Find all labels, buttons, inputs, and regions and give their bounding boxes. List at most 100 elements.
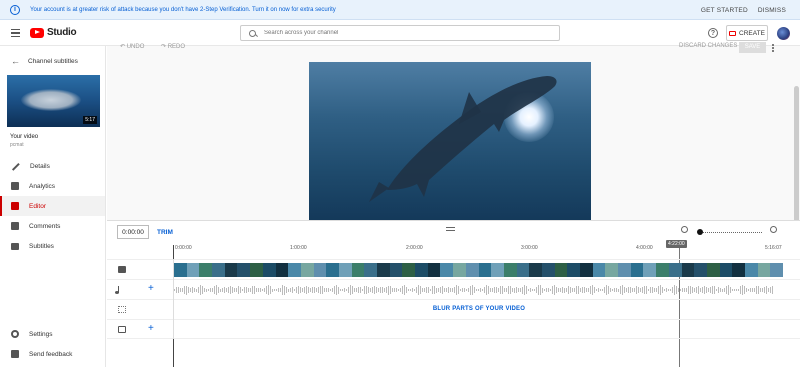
time-ruler[interactable]: 0:00:00 1:00:00 2:00:00 3:00:00 4:00:00 …	[173, 245, 785, 259]
waveform-bar	[480, 287, 481, 293]
waveform-bar	[606, 285, 607, 295]
waveform-bar	[240, 286, 241, 294]
film-frame	[313, 263, 327, 277]
film-frame	[656, 263, 669, 277]
create-button[interactable]: CREATE	[726, 25, 768, 41]
waveform-bar	[214, 285, 215, 295]
waveform-bar	[198, 286, 199, 294]
redo-button[interactable]: ↷ REDO	[161, 43, 185, 50]
waveform-bar	[252, 285, 253, 295]
waveform-bar	[586, 288, 587, 292]
more-options-icon[interactable]	[772, 44, 775, 53]
film-frame	[630, 263, 644, 277]
waveform-bar	[534, 288, 535, 292]
trim-button[interactable]: TRIM	[157, 229, 173, 236]
video-thumbnail[interactable]: 5:17	[7, 75, 100, 127]
zoom-slider[interactable]	[698, 232, 762, 233]
search-bar[interactable]	[240, 25, 560, 41]
waveform-bar	[644, 285, 645, 295]
waveform-bar	[558, 288, 559, 292]
waveform-bar	[526, 286, 527, 294]
waveform-bar	[192, 287, 193, 293]
search-icon[interactable]	[249, 29, 256, 37]
sidebar-item-settings[interactable]: Settings	[0, 324, 105, 344]
sidebar-item-editor[interactable]: Editor	[0, 196, 105, 216]
waveform-bar	[180, 287, 181, 293]
sidebar-item-analytics[interactable]: Analytics	[0, 176, 105, 196]
undo-button[interactable]: ↶ UNDO	[120, 43, 144, 50]
back-to-channel[interactable]: ← Channel subtitles	[11, 56, 78, 66]
studio-logo[interactable]: Studio	[30, 27, 77, 38]
waveform-bar	[518, 287, 519, 293]
waveform-bar	[266, 286, 267, 294]
create-label: CREATE	[739, 29, 765, 37]
waveform-bar	[748, 288, 749, 292]
waveform-bar	[286, 287, 287, 293]
waveform-bar	[710, 287, 711, 293]
waveform-bar	[758, 285, 759, 295]
your-video-label: Your video	[10, 134, 39, 140]
back-label: Channel subtitles	[28, 57, 78, 65]
avatar[interactable]	[777, 27, 790, 40]
menu-icon[interactable]	[11, 29, 20, 37]
film-frame	[199, 263, 213, 277]
current-time-field[interactable]: 0:00:00	[117, 225, 149, 239]
waveform-bar	[336, 285, 337, 295]
waveform-bar	[484, 286, 485, 294]
waveform-bar	[234, 287, 235, 293]
editor-icon	[11, 202, 19, 210]
help-icon[interactable]: ?	[708, 28, 718, 38]
back-arrow-icon[interactable]: ←	[11, 56, 20, 66]
resize-handle-icon[interactable]	[446, 227, 455, 231]
sidebar-item-label: Comments	[29, 222, 61, 230]
blur-parts-button[interactable]: BLUR PARTS OF YOUR VIDEO	[174, 306, 784, 312]
sidebar-item-details[interactable]: Details	[0, 156, 105, 176]
waveform-bar	[744, 286, 745, 294]
zoom-out-icon[interactable]	[681, 226, 688, 233]
zoom-slider-handle[interactable]	[697, 229, 703, 235]
video-track	[107, 259, 800, 279]
waveform-bar	[474, 287, 475, 293]
waveform-bar	[350, 285, 351, 295]
waveform-bar	[344, 288, 345, 292]
film-frame	[554, 263, 568, 277]
waveform-bar	[412, 288, 413, 292]
waveform-bar	[520, 288, 521, 292]
audio-waveform[interactable]	[174, 284, 784, 296]
waveform-bar	[448, 286, 449, 294]
waveform-bar	[174, 289, 175, 291]
waveform-bar	[436, 287, 437, 293]
track-divider	[173, 259, 174, 339]
waveform-bar	[430, 288, 431, 292]
video-camera-icon	[729, 30, 737, 36]
waveform-bar	[410, 289, 411, 291]
add-end-screen-button[interactable]: +	[148, 323, 154, 334]
film-frame	[174, 263, 187, 277]
search-input[interactable]	[264, 30, 544, 36]
add-audio-button[interactable]: +	[148, 283, 154, 294]
film-frame	[580, 263, 593, 277]
discard-changes-button[interactable]: DISCARD CHANGES	[679, 43, 737, 49]
video-name: pcmat	[10, 142, 24, 148]
get-started-button[interactable]: GET STARTED	[701, 7, 748, 14]
shark-image	[21, 89, 81, 111]
sidebar-item-feedback[interactable]: Send feedback	[0, 344, 105, 364]
dismiss-button[interactable]: DISMISS	[758, 7, 786, 14]
waveform-bar	[632, 287, 633, 293]
sidebar-item-comments[interactable]: Comments	[0, 216, 105, 236]
save-button[interactable]: SAVE	[739, 42, 766, 53]
sidebar-nav: Details Analytics Editor Comments Subtit…	[0, 156, 105, 256]
waveform-bar	[406, 286, 407, 294]
sidebar-item-subtitles[interactable]: Subtitles	[0, 236, 105, 256]
waveform-bar	[506, 287, 507, 293]
film-frame	[415, 263, 428, 277]
waveform-bar	[580, 288, 581, 292]
video-preview[interactable]	[309, 62, 591, 220]
waveform-bar	[718, 287, 719, 293]
sidebar: ← Channel subtitles 5:17 Your video pcma…	[0, 46, 106, 367]
waveform-bar	[200, 285, 201, 295]
waveform-bar	[356, 288, 357, 292]
waveform-bar	[514, 287, 515, 293]
video-filmstrip[interactable]	[174, 263, 783, 277]
zoom-in-icon[interactable]	[770, 226, 777, 233]
